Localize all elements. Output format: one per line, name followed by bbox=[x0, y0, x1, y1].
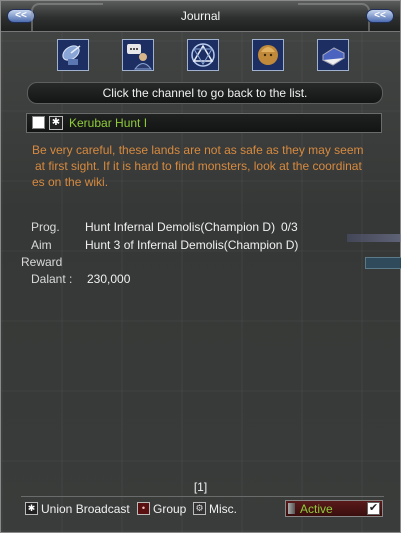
dalant-value: 230,000 bbox=[87, 272, 131, 286]
page-indicator: [1] bbox=[193, 480, 208, 494]
prog-count: 0/3 bbox=[281, 220, 298, 234]
quest-checkbox[interactable] bbox=[32, 116, 45, 129]
prog-label: Prog. bbox=[31, 220, 60, 234]
chat-person-icon bbox=[123, 40, 153, 70]
drag-grip[interactable] bbox=[288, 503, 295, 514]
channel-head-button[interactable] bbox=[252, 39, 284, 71]
misc-label: Misc. bbox=[209, 502, 237, 516]
misc-icon: ⚙ bbox=[193, 502, 206, 515]
quest-title: Kerubar Hunt I bbox=[69, 116, 148, 130]
background-widget-fragment bbox=[347, 231, 401, 271]
quest-header[interactable]: ✱ Kerubar Hunt I bbox=[26, 113, 382, 133]
misc-filter[interactable]: ⚙ Misc. bbox=[193, 502, 237, 516]
aim-label: Aim bbox=[31, 238, 52, 252]
description-line: es on the wiki. bbox=[32, 175, 109, 189]
status-selector[interactable]: Active ✔ bbox=[285, 500, 383, 517]
status-checkbox[interactable]: ✔ bbox=[367, 502, 380, 515]
aim-value: Hunt 3 of Infernal Demolis(Champion D) bbox=[85, 238, 299, 252]
union-broadcast-icon: ✱ bbox=[25, 502, 38, 515]
background-panel bbox=[365, 257, 401, 269]
title-ornament-right bbox=[298, 3, 370, 31]
description-line: at first sight. If it is hard to find mo… bbox=[35, 159, 362, 173]
quest-description: Be very careful, these lands are not as … bbox=[32, 142, 382, 190]
filter-bar: ✱ Union Broadcast • Group ⚙ Misc. Active ✔ bbox=[21, 496, 384, 520]
triangle-emblem-icon bbox=[188, 40, 218, 70]
dalant-label: Dalant : bbox=[31, 272, 73, 286]
union-broadcast-label: Union Broadcast bbox=[41, 502, 130, 516]
close-button[interactable]: << bbox=[366, 9, 394, 23]
journal-window: << Journal << Click the channel to go ba… bbox=[0, 0, 401, 533]
satellite-dish-icon bbox=[58, 40, 88, 70]
description-line: Be very careful, these lands are not as … bbox=[32, 143, 364, 157]
group-filter[interactable]: • Group bbox=[137, 502, 186, 516]
group-label: Group bbox=[153, 502, 187, 516]
book-icon bbox=[318, 40, 348, 70]
status-label: Active bbox=[300, 502, 333, 516]
prog-value: Hunt Infernal Demolis(Champion D) bbox=[85, 220, 276, 234]
channel-bar bbox=[1, 39, 400, 75]
title-bar[interactable]: << Journal << bbox=[1, 1, 400, 32]
group-icon: • bbox=[137, 502, 150, 515]
back-to-list-notice[interactable]: Click the channel to go back to the list… bbox=[27, 82, 383, 104]
channel-book-button[interactable] bbox=[317, 39, 349, 71]
union-broadcast-filter[interactable]: ✱ Union Broadcast bbox=[25, 502, 130, 516]
background-bar bbox=[347, 234, 401, 242]
channel-chat-button[interactable] bbox=[122, 39, 154, 71]
reward-label: Reward bbox=[21, 255, 63, 269]
channel-emblem-button[interactable] bbox=[187, 39, 219, 71]
gold-head-icon bbox=[253, 40, 283, 70]
channel-satellite-button[interactable] bbox=[57, 39, 89, 71]
quest-type-icon: ✱ bbox=[49, 116, 63, 130]
